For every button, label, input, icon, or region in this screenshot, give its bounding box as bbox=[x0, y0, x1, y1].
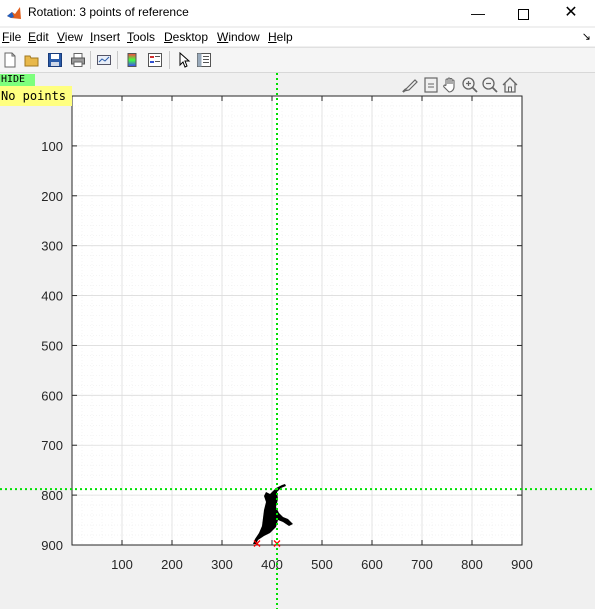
x-tick-label: 900 bbox=[511, 557, 533, 572]
zoom-in-icon[interactable] bbox=[461, 76, 479, 94]
x-tick-label: 600 bbox=[361, 557, 383, 572]
x-tick-label: 200 bbox=[161, 557, 183, 572]
y-tick-label: 700 bbox=[41, 438, 63, 453]
x-tick-label: 400 bbox=[261, 557, 283, 572]
y-tick-label: 200 bbox=[41, 189, 63, 204]
y-tick-label: 600 bbox=[41, 388, 63, 403]
x-tick-label: 700 bbox=[411, 557, 433, 572]
y-tick-labels: 100 200 300 400 500 600 700 800 900 bbox=[41, 139, 63, 553]
x-tick-label: 500 bbox=[311, 557, 333, 572]
pan-hand-icon[interactable] bbox=[441, 76, 459, 94]
y-tick-label: 100 bbox=[41, 139, 63, 154]
y-tick-label: 400 bbox=[41, 289, 63, 304]
hide-button[interactable]: HIDE bbox=[0, 74, 35, 86]
y-tick-label: 800 bbox=[41, 488, 63, 503]
y-tick-label: 900 bbox=[41, 538, 63, 553]
y-tick-label: 500 bbox=[41, 338, 63, 353]
x-tick-label: 300 bbox=[211, 557, 233, 572]
home-restore-icon[interactable] bbox=[501, 76, 519, 94]
x-tick-label: 100 bbox=[111, 557, 133, 572]
zoom-out-icon[interactable] bbox=[481, 76, 499, 94]
points-status-label: No points bbox=[0, 86, 72, 106]
y-tick-label: 300 bbox=[41, 239, 63, 254]
axes-background bbox=[72, 96, 522, 545]
data-tips-icon[interactable] bbox=[422, 76, 440, 94]
x-tick-label: 800 bbox=[461, 557, 483, 572]
x-tick-labels: 100 200 300 400 500 600 700 800 900 bbox=[111, 557, 533, 572]
brush-icon[interactable] bbox=[401, 76, 419, 94]
